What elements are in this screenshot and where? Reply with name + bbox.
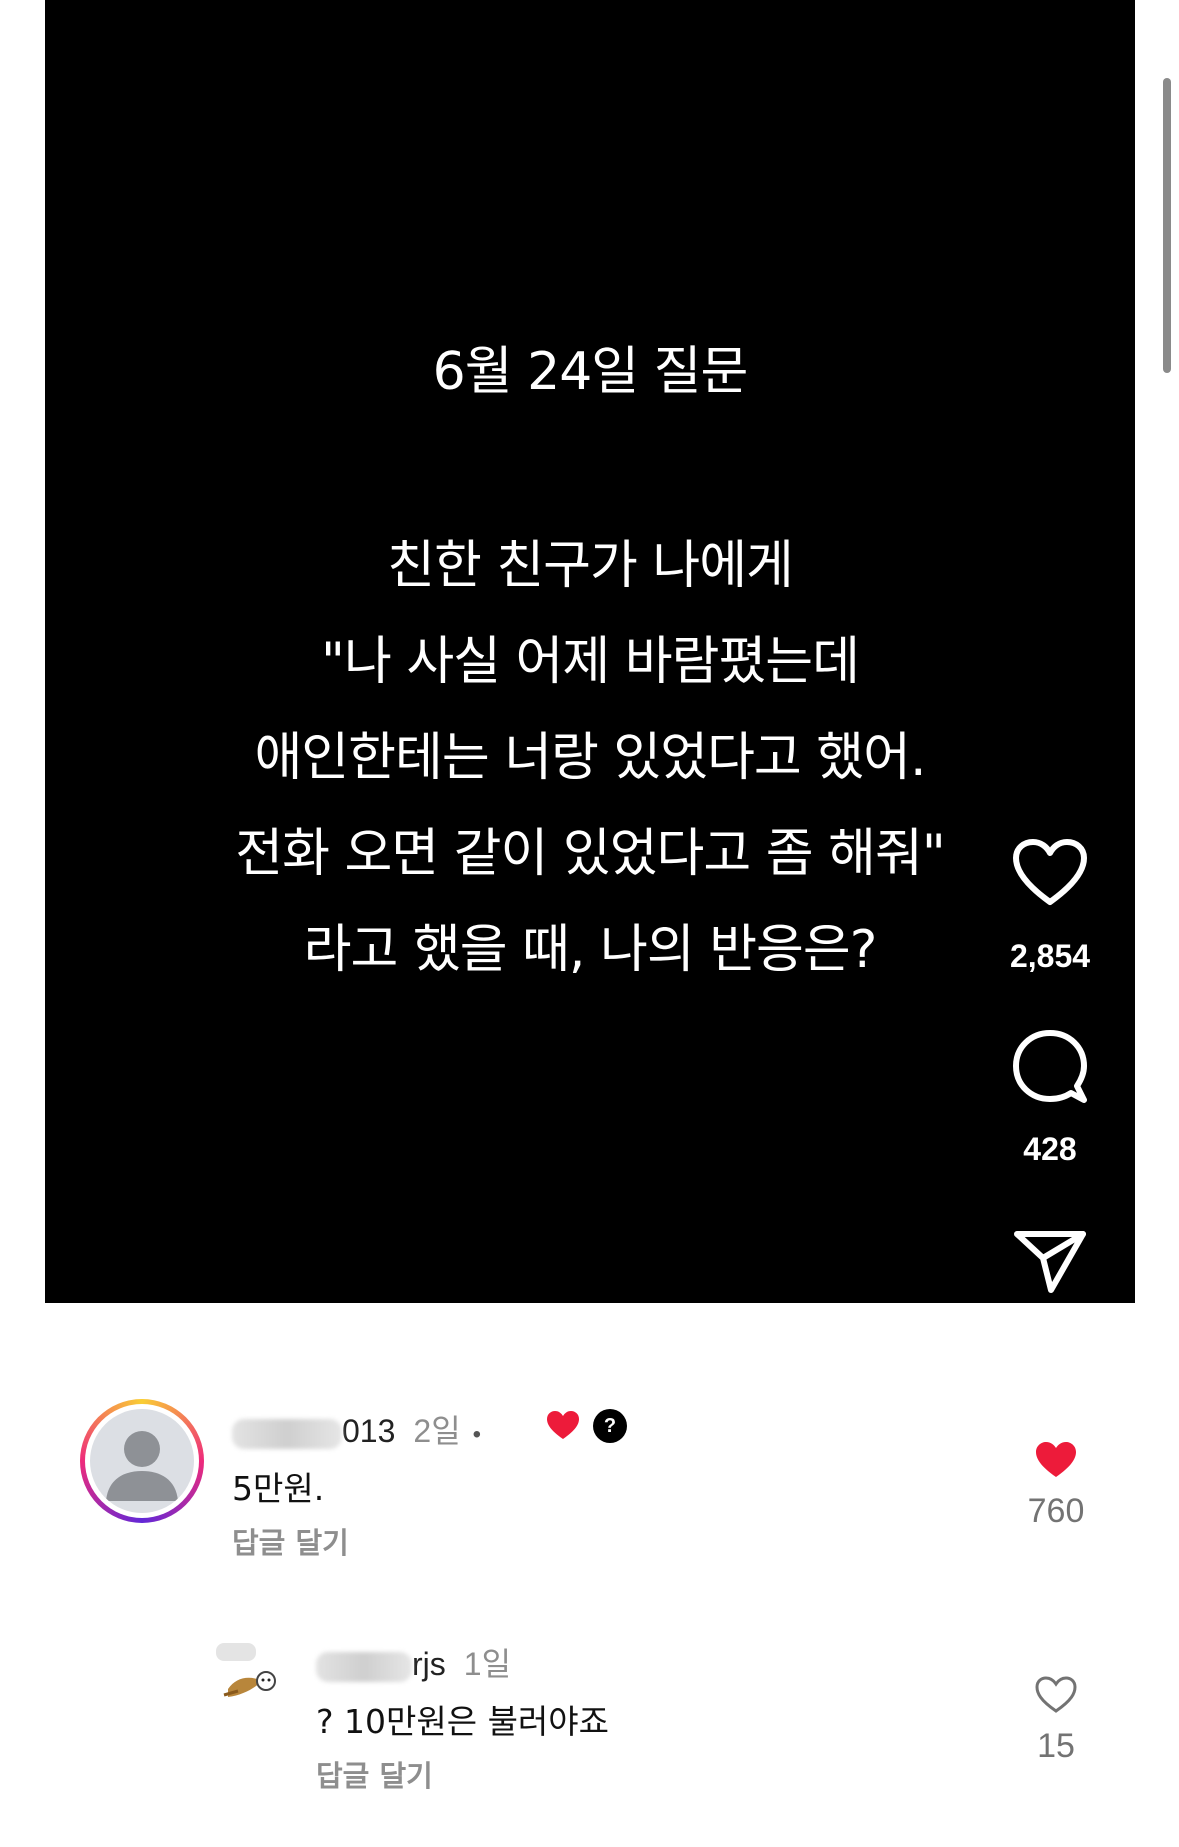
comment-item: 013 2일 • ? 5만원. 답글 달기 760 xyxy=(0,1390,1179,1590)
reply-button[interactable]: 답글 달기 xyxy=(232,1520,349,1562)
character-sticker-icon xyxy=(210,1637,290,1712)
default-profile-icon xyxy=(106,1431,178,1501)
action-column: 2,854 428 xyxy=(980,0,1120,1303)
avatar[interactable] xyxy=(210,1637,290,1712)
like-count: 2,854 xyxy=(1009,938,1091,974)
post-text-line: 전화 오면 같이 있었다고 좀 해줘" xyxy=(235,824,946,884)
comment-like-count: 760 xyxy=(1027,1492,1085,1530)
reply-time: 1일 xyxy=(463,1646,512,1682)
reply-like[interactable]: 15 xyxy=(1006,1675,1106,1766)
blurred-username xyxy=(232,1418,342,1449)
reel-screen: 6월 24일 질문 친한 친구가 나에게 "나 사실 어제 바람폈는데 애인한테… xyxy=(0,0,1179,1847)
post-video[interactable]: 6월 24일 질문 친한 친구가 나에게 "나 사실 어제 바람폈는데 애인한테… xyxy=(45,0,1135,1303)
blurred-username xyxy=(316,1651,412,1682)
heart-outline-icon[interactable] xyxy=(1012,838,1088,908)
post-title: 6월 24일 질문 xyxy=(432,342,749,402)
paper-plane-icon[interactable] xyxy=(1013,1228,1087,1294)
author-avatar-badge: ? xyxy=(593,1409,627,1443)
post-text-line: "나 사실 어제 바람폈는데 xyxy=(321,632,860,692)
post-text-line: 애인한테는 너랑 있었다고 했어. xyxy=(254,728,926,788)
author-liked-heart-icon xyxy=(545,1409,581,1441)
avatar xyxy=(90,1409,194,1513)
avatar-story-ring[interactable] xyxy=(80,1399,204,1523)
reply-username[interactable]: rjs 1일 xyxy=(316,1639,511,1685)
reply-like-count: 15 xyxy=(1037,1727,1075,1765)
reply-button[interactable]: 답글 달기 xyxy=(316,1753,433,1795)
speech-bubble-icon[interactable] xyxy=(1011,1028,1089,1106)
comment-text: 5만원. xyxy=(232,1469,325,1508)
comment-like[interactable]: 760 xyxy=(1006,1440,1106,1531)
comment-time: 2일 xyxy=(413,1413,461,1449)
comment-username[interactable]: 013 2일 • xyxy=(232,1406,481,1452)
reply-text: ? 10만원은 불러야죠 xyxy=(316,1702,610,1741)
heart-filled-icon xyxy=(1036,1442,1076,1477)
heart-outline-icon xyxy=(1035,1676,1077,1713)
scrollbar[interactable] xyxy=(1163,78,1171,373)
post-text-line: 친한 친구가 나에게 xyxy=(387,536,794,596)
separator-dot: • xyxy=(472,1421,482,1448)
comment-count: 428 xyxy=(1023,1131,1077,1167)
post-text-line: 라고 했을 때, 나의 반응은? xyxy=(303,920,878,980)
reply-item: rjs 1일 ? 10만원은 불러야죠 답글 달기 15 xyxy=(0,1625,1179,1825)
